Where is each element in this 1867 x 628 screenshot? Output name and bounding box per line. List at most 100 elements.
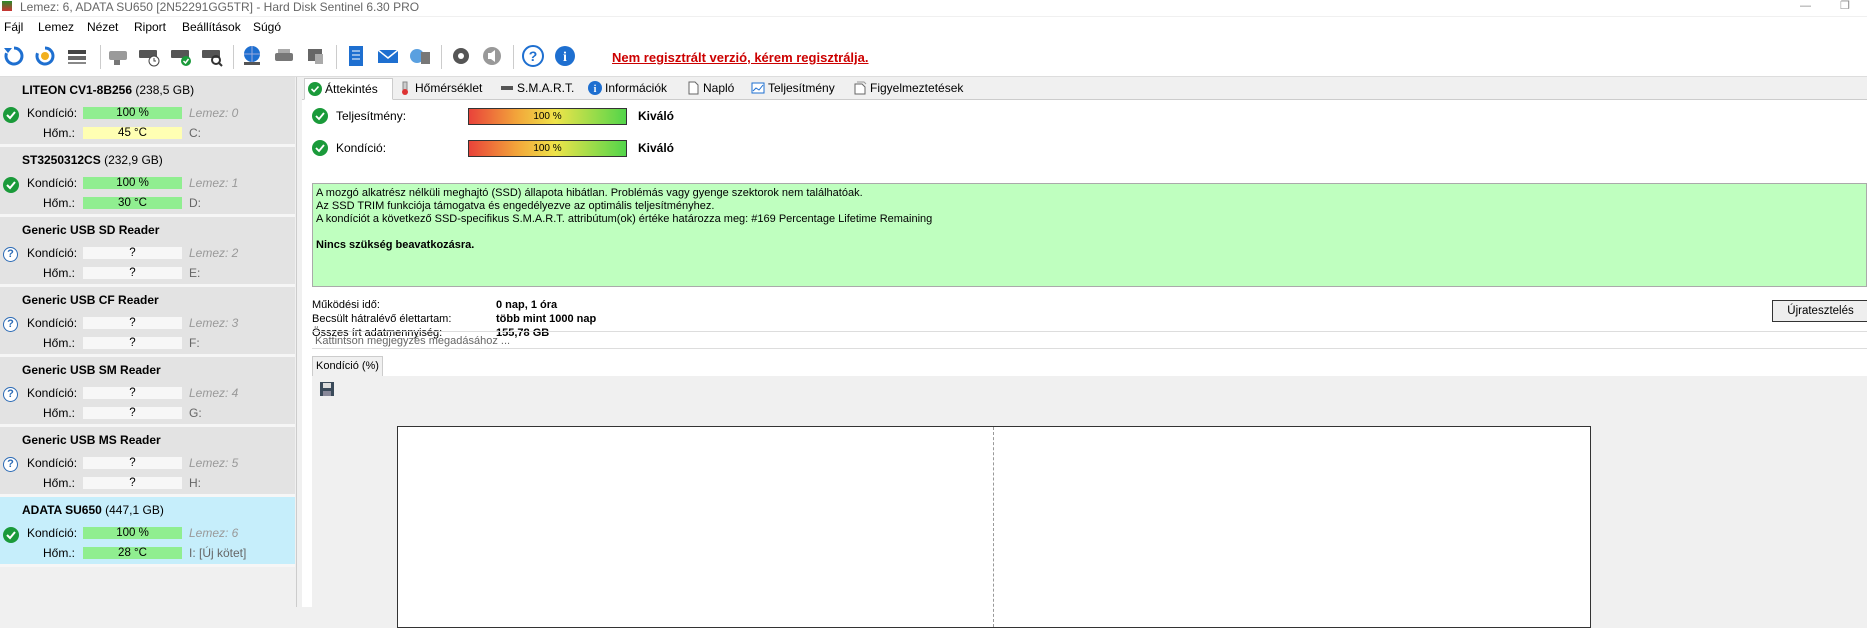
check-circle-icon (312, 108, 328, 124)
temp-bar: 30 °C (83, 197, 182, 209)
disk-search-icon[interactable] (200, 44, 224, 68)
status-unknown-icon: ? (3, 317, 18, 332)
main-content: Áttekintés Hőmérséklet S.M.A.R.T. i Info… (302, 77, 1867, 628)
condition-row: Kondíció: 100 % Kiváló (312, 140, 812, 158)
tab-overview[interactable]: Áttekintés (304, 78, 393, 100)
disk-name: LITEON CV1-8B256 (238,5 GB) (22, 83, 195, 97)
menu-bar: Fájl Lemez Nézet Riport Beállítások Súgó (0, 17, 1867, 37)
menu-file[interactable]: Fájl (4, 20, 23, 34)
status-description: A mozgó alkatrész nélküli meghajtó (SSD)… (312, 183, 1867, 287)
condition-bar: ? (83, 387, 182, 399)
lifetime-label: Becsült hátralévő élettartam: (312, 313, 452, 325)
status-unknown-icon: ? (3, 457, 18, 472)
disk-item-0[interactable]: LITEON CV1-8B256 (238,5 GB) Kondíció: 10… (0, 77, 295, 147)
info-icon[interactable]: i (553, 44, 577, 68)
condition-label: Kondíció: (27, 246, 78, 260)
chart-icon (751, 81, 765, 95)
condition-rating: Kiváló (638, 141, 675, 155)
disk-item-5[interactable]: Generic USB MS Reader ? Kondíció: ? Hőm.… (0, 427, 295, 497)
menu-settings[interactable]: Beállítások (182, 20, 241, 34)
registration-notice-link[interactable]: Nem regisztrált verzió, kérem regisztrál… (612, 50, 869, 65)
disk-item-4[interactable]: Generic USB SM Reader ? Kondíció: ? Hőm.… (0, 357, 295, 427)
uptime-label: Működési idő: (312, 299, 380, 311)
text-report-icon[interactable] (344, 44, 368, 68)
disk-name: ADATA SU650 (447,1 GB) (22, 503, 164, 517)
disk-item-6[interactable]: ADATA SU650 (447,1 GB) Kondíció: 100 % H… (0, 497, 295, 567)
tab-log[interactable]: Napló (683, 78, 734, 98)
condition-label: Kondíció: (27, 386, 78, 400)
svg-text:i: i (563, 50, 567, 65)
disk-number: Lemez: 0 (189, 106, 239, 120)
temp-bar: 45 °C (83, 127, 182, 139)
minimize-icon[interactable]: — (1800, 0, 1811, 12)
tab-alerts[interactable]: Figyelmeztetések (850, 78, 963, 98)
refresh-all-icon[interactable] (33, 44, 57, 68)
temp-label: Hőm.: (43, 126, 76, 140)
app-icon (2, 1, 12, 11)
status-unknown-icon: ? (3, 247, 18, 262)
condition-bar: 100 % (83, 107, 182, 119)
plot-gridline (993, 427, 994, 627)
performance-row: Teljesítmény: 100 % Kiváló (312, 108, 812, 126)
web-report-icon[interactable] (240, 44, 264, 68)
disk-number: Lemez: 1 (189, 176, 239, 190)
condition-label: Kondíció: (27, 176, 78, 190)
drive-letter: E: (189, 266, 201, 280)
disk-number: Lemez: 4 (189, 386, 239, 400)
drive-letter: D: (189, 196, 201, 210)
disk-grey-icon[interactable] (106, 44, 130, 68)
disk-number: Lemez: 3 (189, 316, 239, 330)
status-ok-icon (3, 177, 19, 193)
tab-smart[interactable]: S.M.A.R.T. (497, 78, 574, 98)
menu-report[interactable]: Riport (134, 20, 166, 34)
disk-name: ST3250312CS (232,9 GB) (22, 153, 163, 167)
condition-bar: 100 % (468, 140, 627, 157)
disk-item-1[interactable]: ST3250312CS (232,9 GB) Kondíció: 100 % H… (0, 147, 295, 217)
refresh-icon[interactable] (2, 44, 26, 68)
settings-gear-icon[interactable] (449, 44, 473, 68)
performance-rating: Kiváló (638, 109, 675, 123)
print-report-icon[interactable] (303, 44, 327, 68)
drive-letter: C: (189, 126, 201, 140)
disk-item-2[interactable]: Generic USB SD Reader ? Kondíció: ? Hőm.… (0, 217, 295, 287)
temp-bar: ? (83, 477, 182, 489)
tab-information[interactable]: i Információk (585, 78, 667, 98)
disk-number: Lemez: 2 (189, 246, 239, 260)
title-bar: Lemez: 6, ADATA SU650 [2N52291GG5TR] - H… (0, 0, 1867, 16)
window-title: Lemez: 6, ADATA SU650 [2N52291GG5TR] - H… (20, 0, 420, 14)
status-ok-icon (3, 107, 19, 123)
disk-check-icon[interactable] (169, 44, 193, 68)
temp-label: Hőm.: (43, 336, 76, 350)
tab-condition-chart[interactable]: Kondíció (%) (312, 356, 383, 377)
status-ok-icon (3, 527, 19, 543)
backup-icon[interactable] (272, 44, 296, 68)
temp-label: Hőm.: (43, 196, 76, 210)
help-icon[interactable]: ? (521, 44, 545, 68)
disk-name: Generic USB CF Reader (22, 293, 159, 307)
tab-performance[interactable]: Teljesítmény (748, 78, 835, 98)
temp-label: Hőm.: (43, 546, 76, 560)
disk-schedule-icon[interactable] (137, 44, 161, 68)
info-line: Az SSD TRIM funkciója támogatva és enged… (316, 200, 715, 212)
save-icon[interactable] (319, 381, 335, 397)
temp-label: Hőm.: (43, 266, 76, 280)
sound-icon[interactable] (480, 44, 504, 68)
disk-name: Generic USB SD Reader (22, 223, 160, 237)
tab-temperature[interactable]: Hőmérséklet (395, 78, 482, 98)
info-icon: i (588, 81, 602, 95)
menu-help[interactable]: Súgó (253, 20, 281, 34)
email-report-icon[interactable] (376, 44, 400, 68)
smart-disk-icon (500, 81, 514, 95)
check-circle-icon (312, 140, 328, 156)
network-report-icon[interactable] (408, 44, 432, 68)
condition-label: Kondíció: (27, 106, 78, 120)
disk-details-icon[interactable] (65, 44, 89, 68)
temp-bar: ? (83, 407, 182, 419)
drive-letter: F: (189, 336, 200, 350)
menu-view[interactable]: Nézet (87, 20, 118, 34)
disk-item-3[interactable]: Generic USB CF Reader ? Kondíció: ? Hőm.… (0, 287, 295, 357)
retest-button[interactable]: Újratesztelés (1772, 300, 1867, 322)
menu-disk[interactable]: Lemez (38, 20, 74, 34)
restore-icon[interactable]: ❐ (1840, 0, 1850, 12)
note-input[interactable]: Kattintson megjegyzés megadásához ... (312, 331, 1867, 349)
